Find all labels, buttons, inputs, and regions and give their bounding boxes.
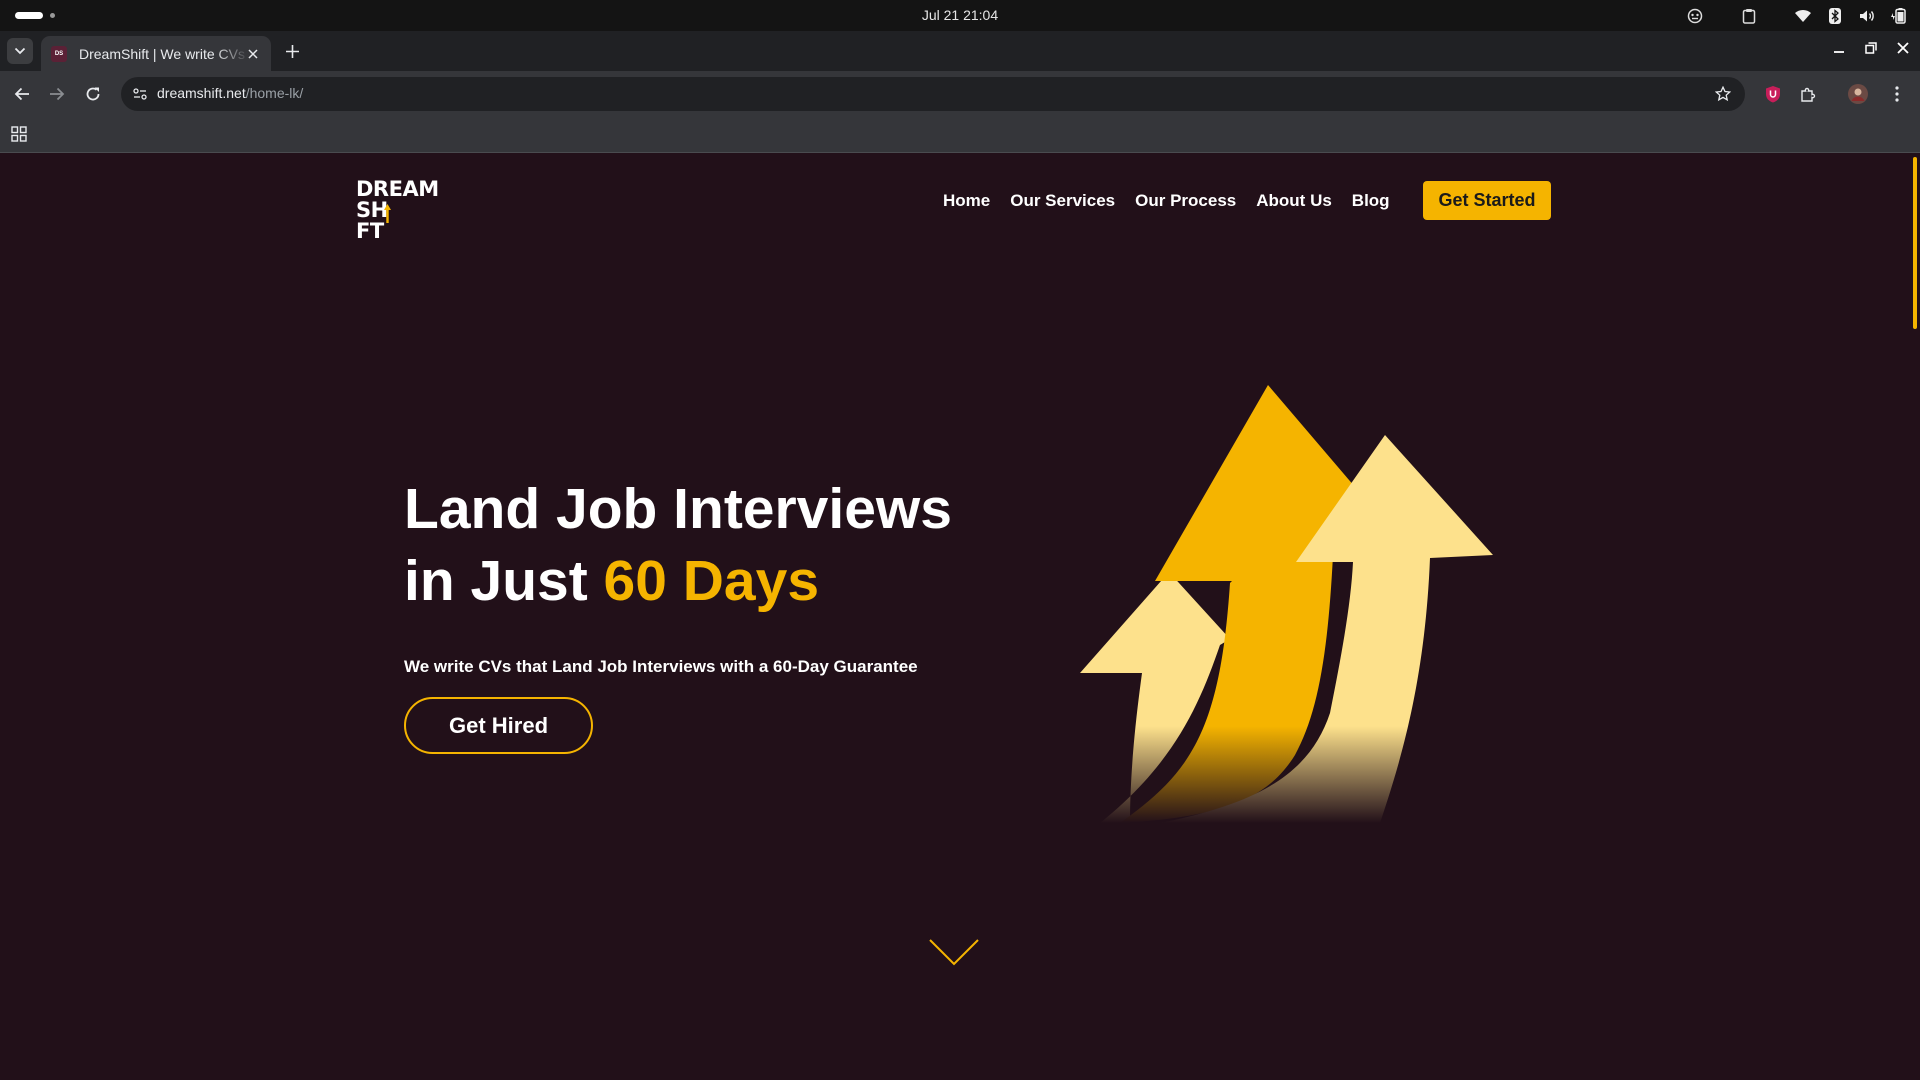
site-favicon: DS	[51, 45, 67, 62]
site-info-icon[interactable]	[130, 84, 150, 104]
scroll-down-chevron-icon[interactable]	[928, 938, 980, 968]
get-hired-button[interactable]: Get Hired	[404, 697, 593, 754]
url-path: /home-lk/	[245, 85, 304, 101]
bluetooth-icon[interactable]	[1824, 6, 1846, 26]
nav-our-process[interactable]: Our Process	[1135, 191, 1236, 211]
system-clock[interactable]: Jul 21 21:04	[0, 7, 1920, 23]
close-icon	[248, 49, 258, 59]
accessibility-icon[interactable]	[1684, 6, 1706, 26]
nav-home[interactable]: Home	[943, 191, 990, 211]
address-bar[interactable]: dreamshift.net/home-lk/	[121, 77, 1745, 111]
main-nav: Home Our Services Our Process About Us B…	[943, 191, 1390, 211]
nav-blog[interactable]: Blog	[1352, 191, 1390, 211]
clipboard-icon[interactable]	[1738, 6, 1760, 26]
tab-search-button[interactable]	[7, 38, 33, 64]
minimize-icon	[1834, 51, 1844, 53]
chevron-down-icon	[14, 47, 26, 55]
ublock-extension-button[interactable]	[1762, 83, 1784, 105]
puzzle-icon	[1801, 87, 1816, 102]
hero-subheadline: We write CVs that Land Job Interviews wi…	[404, 657, 918, 676]
window-controls	[1830, 39, 1912, 57]
close-icon	[1897, 42, 1909, 54]
shield-icon	[1766, 86, 1780, 103]
url-text[interactable]: dreamshift.net/home-lk/	[157, 85, 303, 101]
reload-button[interactable]	[82, 83, 104, 105]
logo-arrow-icon	[384, 204, 391, 223]
arrow-left-icon	[14, 87, 29, 101]
apps-grid-icon[interactable]	[11, 126, 29, 144]
restore-icon	[1865, 42, 1877, 54]
reload-icon	[86, 87, 100, 101]
more-vertical-icon	[1895, 86, 1899, 102]
wifi-icon[interactable]	[1792, 6, 1814, 26]
get-started-button[interactable]: Get Started	[1423, 181, 1551, 220]
volume-icon[interactable]	[1856, 6, 1878, 26]
browser-tab-strip: DS DreamShift | We write CVs that Land J…	[0, 31, 1920, 71]
headline-highlight: 60 Days	[603, 549, 820, 613]
site-logo[interactable]: DREAM SHFT	[356, 177, 439, 242]
restore-button[interactable]	[1862, 39, 1880, 57]
system-tray[interactable]	[1684, 6, 1910, 26]
nav-our-services[interactable]: Our Services	[1010, 191, 1115, 211]
logo-line-1: DREAM	[356, 177, 439, 201]
browser-toolbar: dreamshift.net/home-lk/	[0, 71, 1920, 117]
back-button[interactable]	[11, 83, 33, 105]
extensions-button[interactable]	[1797, 83, 1819, 105]
battery-icon[interactable]	[1888, 6, 1910, 26]
close-tab-button[interactable]	[245, 46, 261, 62]
hero-headline: Land Job Interviews in Just 60 Days	[404, 473, 952, 617]
browser-menu-button[interactable]	[1886, 83, 1908, 105]
avatar-icon	[1848, 84, 1868, 104]
plus-icon	[285, 44, 299, 58]
browser-tab-active[interactable]: DS DreamShift | We write CVs that Land J…	[41, 36, 271, 71]
new-tab-button[interactable]	[282, 41, 302, 61]
arrow-right-icon	[50, 87, 65, 101]
web-page: DREAM SHFT Home Our Services Our Process…	[0, 153, 1920, 1080]
url-host: dreamshift.net	[157, 85, 246, 101]
bookmarks-bar	[0, 117, 1920, 153]
tab-title: DreamShift | We write CVs that Land Job …	[79, 45, 249, 62]
headline-line-1: Land Job Interviews	[404, 477, 952, 541]
close-window-button[interactable]	[1894, 39, 1912, 57]
system-top-bar: Jul 21 21:04	[0, 0, 1920, 31]
headline-line-2-prefix: in Just	[404, 549, 604, 613]
minimize-button[interactable]	[1830, 39, 1848, 57]
bookmark-star-button[interactable]	[1713, 84, 1733, 104]
star-icon	[1715, 86, 1731, 102]
page-scrollbar[interactable]	[1913, 157, 1917, 329]
rising-arrows-illustration	[1080, 383, 1500, 823]
forward-button[interactable]	[46, 83, 68, 105]
nav-about-us[interactable]: About Us	[1256, 191, 1332, 211]
logo-line-2b: FT	[356, 219, 384, 243]
profile-avatar[interactable]	[1847, 83, 1869, 105]
